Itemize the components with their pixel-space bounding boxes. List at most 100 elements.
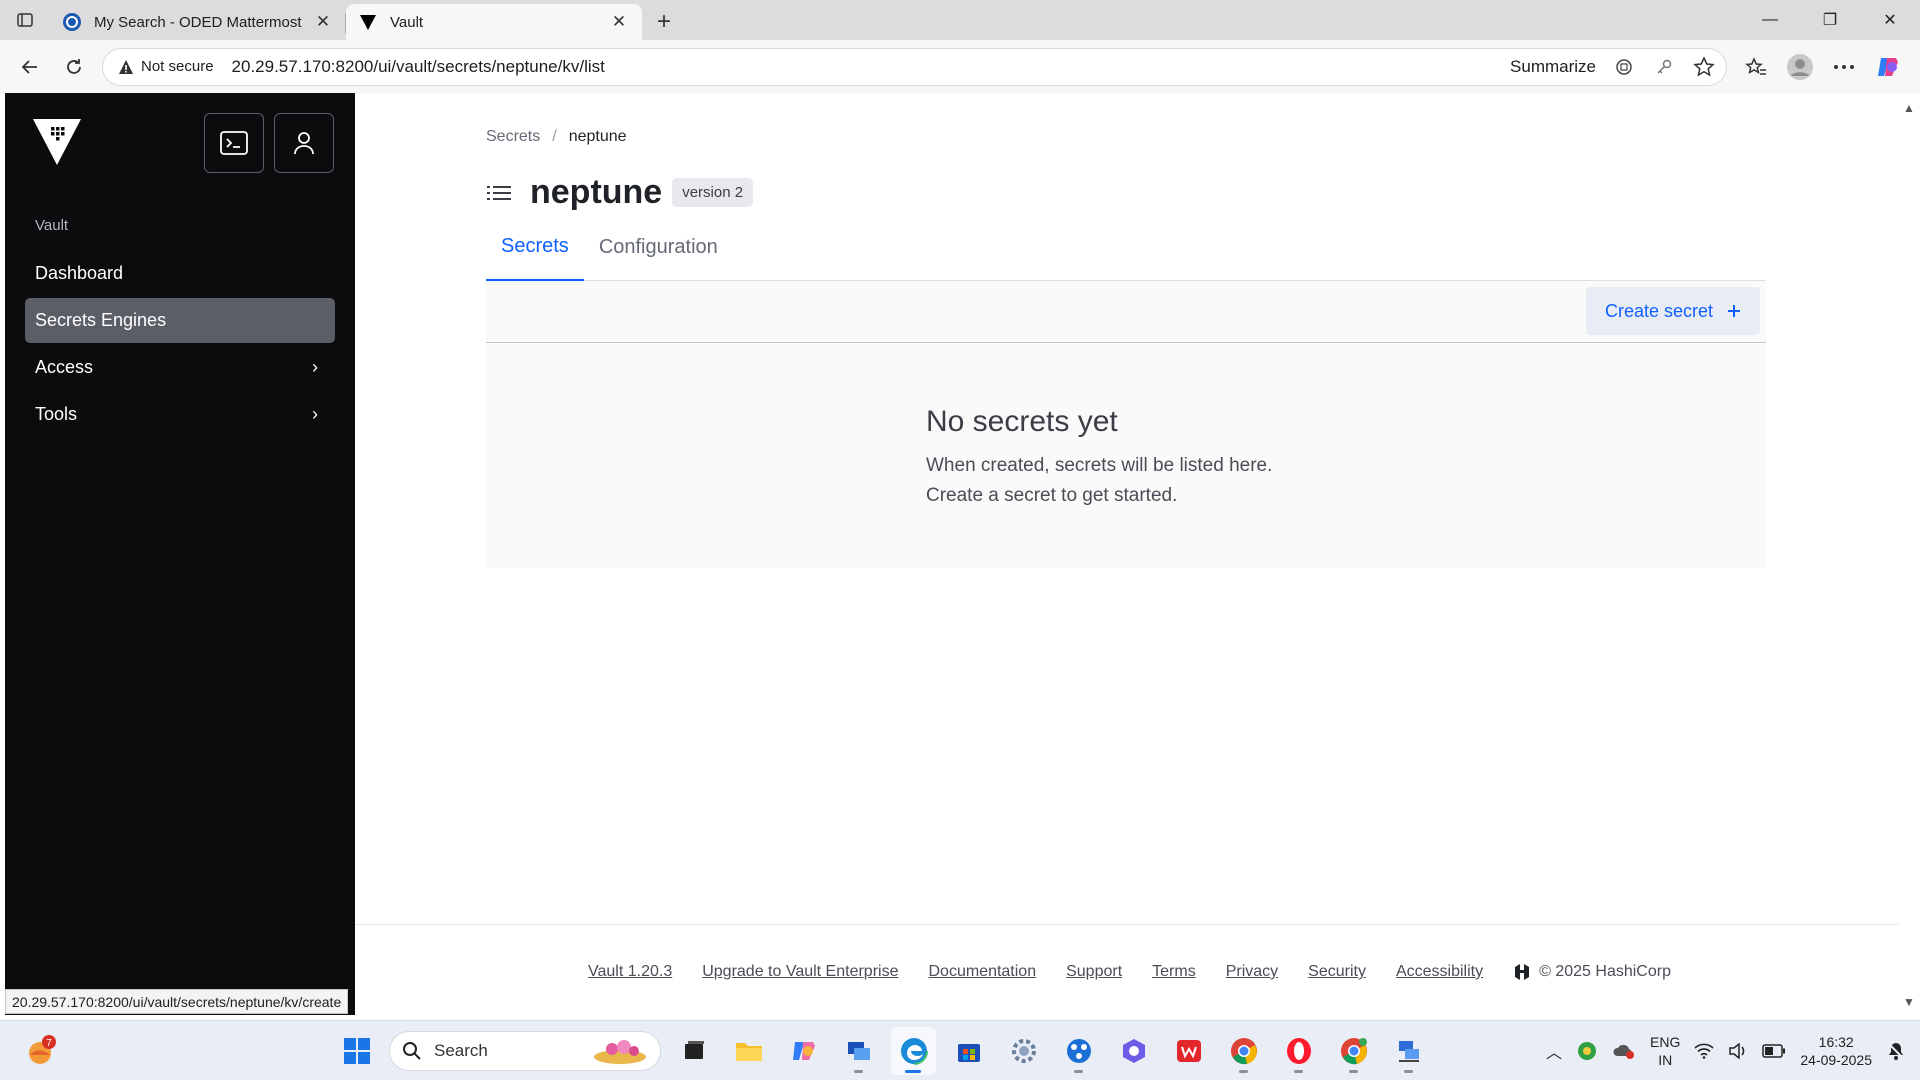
start-button[interactable] bbox=[334, 1027, 379, 1075]
taskbar-search-label: Search bbox=[434, 1041, 488, 1060]
close-tab-icon[interactable]: ✕ bbox=[312, 11, 334, 33]
running-indicator bbox=[1074, 1070, 1083, 1073]
terminal-icon bbox=[220, 131, 248, 155]
taskbar-app-wps[interactable] bbox=[1166, 1027, 1211, 1075]
secrets-toolbar: Create secret bbox=[486, 281, 1766, 343]
create-secret-button[interactable]: Create secret bbox=[1586, 287, 1760, 335]
breadcrumb: Secrets / neptune bbox=[486, 128, 627, 146]
profile-avatar-icon[interactable] bbox=[1783, 50, 1817, 84]
footer-link-documentation[interactable]: Documentation bbox=[928, 963, 1036, 981]
chrome-icon bbox=[1340, 1038, 1367, 1065]
page-title: neptune bbox=[530, 173, 663, 211]
taskbar-app-copilot[interactable] bbox=[781, 1027, 826, 1075]
close-tab-icon[interactable]: ✕ bbox=[608, 11, 630, 33]
key-icon[interactable] bbox=[1652, 55, 1676, 79]
browser-tab-vault[interactable]: Vault ✕ bbox=[346, 4, 642, 40]
back-button[interactable] bbox=[8, 47, 52, 87]
breadcrumb-secrets-link[interactable]: Secrets bbox=[486, 128, 540, 146]
copyright-text: © 2025 HashiCorp bbox=[1539, 963, 1671, 980]
taskbar-app-settings[interactable] bbox=[1001, 1027, 1046, 1075]
show-hidden-icons-icon[interactable]: ︿ bbox=[1546, 1039, 1562, 1063]
user-menu-button[interactable] bbox=[274, 113, 334, 173]
security-status[interactable]: Not secure bbox=[141, 58, 214, 75]
wifi-icon[interactable] bbox=[1694, 1043, 1714, 1059]
mattermost-icon bbox=[62, 12, 82, 32]
reload-button[interactable] bbox=[52, 47, 96, 87]
taskbar-app-file-explorer[interactable] bbox=[726, 1027, 771, 1075]
tray-app-icon[interactable] bbox=[1576, 1040, 1598, 1062]
breadcrumb-current: neptune bbox=[568, 128, 627, 145]
clock[interactable]: 16:32 24-09-2025 bbox=[1800, 1033, 1872, 1069]
taskbar-app-opera[interactable] bbox=[1276, 1027, 1321, 1075]
tab-actions-button[interactable] bbox=[0, 0, 50, 40]
chrome-icon bbox=[1230, 1038, 1257, 1065]
taskbar-app-edge[interactable] bbox=[891, 1027, 936, 1075]
input-language[interactable]: ENG IN bbox=[1650, 1033, 1680, 1069]
chevron-right-icon: › bbox=[312, 357, 318, 377]
page-scrollbar[interactable]: ▲ ▼ bbox=[1898, 93, 1920, 1015]
taskbar-app-chrome[interactable] bbox=[1221, 1027, 1266, 1075]
url-text[interactable]: 20.29.57.170:8200/ui/vault/secrets/neptu… bbox=[232, 57, 1510, 77]
region-code: IN bbox=[1658, 1052, 1673, 1068]
sidebar-item-dashboard[interactable]: Dashboard bbox=[25, 251, 335, 296]
footer-link-support[interactable]: Support bbox=[1066, 963, 1122, 981]
page-header: neptune version 2 bbox=[486, 173, 754, 212]
taskbar-app-store[interactable] bbox=[946, 1027, 991, 1075]
browser-tab-title: My Search - ODED Mattermost bbox=[94, 13, 302, 31]
footer-link-version[interactable]: Vault 1.20.3 bbox=[588, 963, 672, 981]
footer-divider bbox=[355, 924, 1898, 925]
sidebar-item-access[interactable]: Access › bbox=[25, 345, 335, 390]
console-button[interactable] bbox=[204, 113, 264, 173]
more-options-icon[interactable] bbox=[1827, 50, 1861, 84]
taskbar-app-task-view[interactable] bbox=[671, 1027, 716, 1075]
hashicorp-logo-icon bbox=[1515, 964, 1530, 980]
close-window-button[interactable]: ✕ bbox=[1860, 0, 1920, 40]
footer-link-privacy[interactable]: Privacy bbox=[1226, 963, 1278, 981]
summarize-button[interactable]: Summarize bbox=[1510, 57, 1596, 77]
taskbar-app-network-tool[interactable] bbox=[1386, 1027, 1431, 1075]
sidebar-item-secrets-engines[interactable]: Secrets Engines bbox=[25, 298, 335, 343]
back-arrow-icon bbox=[21, 59, 37, 74]
footer-link-terms[interactable]: Terms bbox=[1152, 963, 1196, 981]
taskbar-search[interactable]: Search bbox=[389, 1031, 661, 1071]
vault-app: Vault Dashboard Secrets Engines Access ›… bbox=[5, 93, 1898, 1015]
onedrive-status-icon[interactable] bbox=[1612, 1041, 1636, 1061]
folder-icon bbox=[735, 1043, 762, 1061]
notifications-icon[interactable] bbox=[1886, 1041, 1906, 1061]
taskbar-app-chrome-profile[interactable] bbox=[1331, 1027, 1376, 1075]
tab-configuration[interactable]: Configuration bbox=[584, 213, 733, 281]
running-indicator bbox=[1239, 1070, 1248, 1073]
browser-tab-mattermost[interactable]: My Search - ODED Mattermost ✕ bbox=[50, 4, 346, 40]
sidebar: Vault Dashboard Secrets Engines Access ›… bbox=[5, 93, 355, 1015]
vault-logo-icon[interactable] bbox=[31, 117, 83, 167]
tab-secrets[interactable]: Secrets bbox=[486, 213, 584, 282]
favorite-star-icon[interactable] bbox=[1692, 55, 1716, 79]
volume-icon[interactable] bbox=[1728, 1043, 1748, 1059]
clock-time: 16:32 bbox=[1818, 1034, 1854, 1050]
sidebar-item-tools[interactable]: Tools › bbox=[25, 392, 335, 437]
battery-icon[interactable] bbox=[1762, 1044, 1786, 1058]
list-icon bbox=[487, 185, 511, 200]
favorites-icon[interactable] bbox=[1739, 50, 1773, 84]
browser-tab-title: Vault bbox=[390, 13, 424, 31]
footer: Vault 1.20.3 Upgrade to Vault Enterprise… bbox=[588, 963, 1671, 981]
taskbar-app-remote[interactable] bbox=[836, 1027, 881, 1075]
scroll-down-icon[interactable]: ▼ bbox=[1903, 995, 1915, 1009]
weather-widget[interactable]: 7 bbox=[24, 1033, 60, 1069]
address-bar[interactable]: Not secure 20.29.57.170:8200/ui/vault/se… bbox=[102, 47, 1727, 86]
copilot-icon[interactable] bbox=[1871, 50, 1905, 84]
scroll-up-icon[interactable]: ▲ bbox=[1903, 101, 1915, 115]
footer-link-security[interactable]: Security bbox=[1308, 963, 1366, 981]
sidebar-item-label: Tools bbox=[35, 404, 78, 424]
computer-network-icon bbox=[1398, 1041, 1419, 1062]
taskbar-app-loop[interactable] bbox=[1111, 1027, 1156, 1075]
running-indicator bbox=[854, 1070, 863, 1073]
taskbar-app-network[interactable] bbox=[1056, 1027, 1101, 1075]
new-tab-button[interactable]: + bbox=[642, 4, 686, 40]
restore-button[interactable]: ❐ bbox=[1800, 0, 1860, 40]
footer-link-accessibility[interactable]: Accessibility bbox=[1396, 963, 1483, 981]
footer-link-upgrade[interactable]: Upgrade to Vault Enterprise bbox=[702, 963, 898, 981]
search-highlight-icon bbox=[594, 1040, 646, 1064]
copilot-summarize-icon[interactable] bbox=[1612, 55, 1636, 79]
minimize-button[interactable]: — bbox=[1740, 0, 1800, 40]
